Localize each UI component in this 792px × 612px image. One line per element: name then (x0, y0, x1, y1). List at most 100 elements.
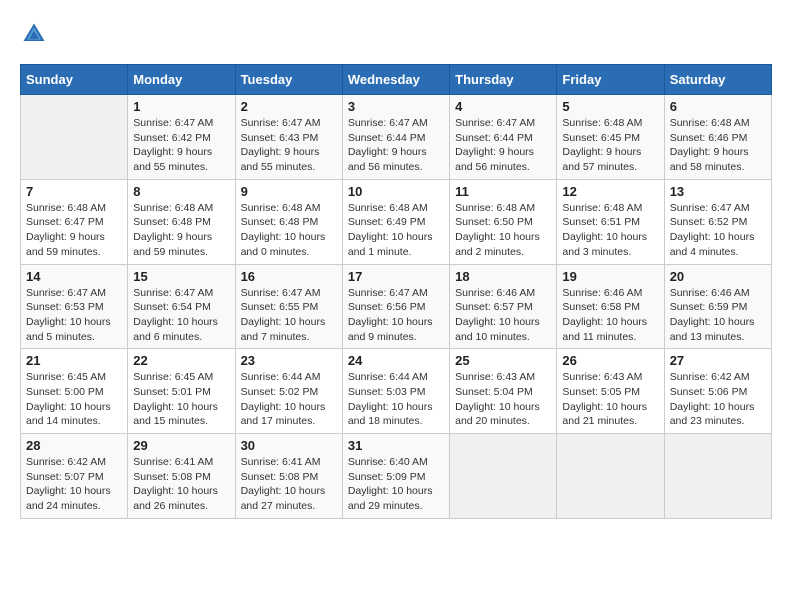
calendar-cell: 10 Sunrise: 6:48 AMSunset: 6:49 PMDayligh… (342, 179, 449, 264)
weekday-header-tuesday: Tuesday (235, 65, 342, 95)
weekday-header-friday: Friday (557, 65, 664, 95)
day-info: Sunrise: 6:42 AMSunset: 5:07 PMDaylight:… (26, 455, 122, 514)
day-info: Sunrise: 6:46 AMSunset: 6:58 PMDaylight:… (562, 286, 658, 345)
calendar-cell: 24 Sunrise: 6:44 AMSunset: 5:03 PMDayligh… (342, 349, 449, 434)
day-info: Sunrise: 6:48 AMSunset: 6:46 PMDaylight:… (670, 116, 766, 175)
day-info: Sunrise: 6:47 AMSunset: 6:56 PMDaylight:… (348, 286, 444, 345)
day-number: 23 (241, 353, 337, 368)
day-number: 26 (562, 353, 658, 368)
day-info: Sunrise: 6:47 AMSunset: 6:43 PMDaylight:… (241, 116, 337, 175)
day-number: 3 (348, 99, 444, 114)
day-info: Sunrise: 6:46 AMSunset: 6:57 PMDaylight:… (455, 286, 551, 345)
day-info: Sunrise: 6:46 AMSunset: 6:59 PMDaylight:… (670, 286, 766, 345)
calendar-cell: 8Sunrise: 6:48 AMSunset: 6:48 PMDaylight… (128, 179, 235, 264)
day-info: Sunrise: 6:45 AMSunset: 5:01 PMDaylight:… (133, 370, 229, 429)
calendar-cell: 22 Sunrise: 6:45 AMSunset: 5:01 PMDayligh… (128, 349, 235, 434)
calendar-cell: 30 Sunrise: 6:41 AMSunset: 5:08 PMDayligh… (235, 434, 342, 519)
calendar-cell: 27 Sunrise: 6:42 AMSunset: 5:06 PMDayligh… (664, 349, 771, 434)
calendar-cell: 6 Sunrise: 6:48 AMSunset: 6:46 PMDaylight… (664, 95, 771, 180)
day-number: 5 (562, 99, 658, 114)
day-info: Sunrise: 6:48 AMSunset: 6:50 PMDaylight:… (455, 201, 551, 260)
calendar-cell: 21Sunrise: 6:45 AMSunset: 5:00 PMDayligh… (21, 349, 128, 434)
calendar-cell: 14 Sunrise: 6:47 AMSunset: 6:53 PMDayligh… (21, 264, 128, 349)
weekday-header-saturday: Saturday (664, 65, 771, 95)
day-number: 14 (26, 269, 122, 284)
day-info: Sunrise: 6:48 AMSunset: 6:49 PMDaylight:… (348, 201, 444, 260)
calendar-cell (450, 434, 557, 519)
day-number: 27 (670, 353, 766, 368)
day-number: 31 (348, 438, 444, 453)
day-info: Sunrise: 6:47 AMSunset: 6:44 PMDaylight:… (455, 116, 551, 175)
day-number: 30 (241, 438, 337, 453)
day-number: 10 (348, 184, 444, 199)
day-number: 2 (241, 99, 337, 114)
day-number: 24 (348, 353, 444, 368)
day-number: 18 (455, 269, 551, 284)
day-info: Sunrise: 6:47 AMSunset: 6:42 PMDaylight:… (133, 116, 229, 175)
calendar-cell: 3 Sunrise: 6:47 AMSunset: 6:44 PMDaylight… (342, 95, 449, 180)
day-info: Sunrise: 6:42 AMSunset: 5:06 PMDaylight:… (670, 370, 766, 429)
calendar-cell (21, 95, 128, 180)
day-info: Sunrise: 6:41 AMSunset: 5:08 PMDaylight:… (133, 455, 229, 514)
weekday-header-sunday: Sunday (21, 65, 128, 95)
day-info: Sunrise: 6:47 AMSunset: 6:53 PMDaylight:… (26, 286, 122, 345)
calendar-cell: 15 Sunrise: 6:47 AMSunset: 6:54 PMDayligh… (128, 264, 235, 349)
day-number: 9 (241, 184, 337, 199)
calendar-cell: 26 Sunrise: 6:43 AMSunset: 5:05 PMDayligh… (557, 349, 664, 434)
calendar-cell: 1Sunrise: 6:47 AMSunset: 6:42 PMDaylight… (128, 95, 235, 180)
day-number: 22 (133, 353, 229, 368)
day-number: 15 (133, 269, 229, 284)
day-number: 20 (670, 269, 766, 284)
calendar-cell: 4Sunrise: 6:47 AMSunset: 6:44 PMDaylight… (450, 95, 557, 180)
day-info: Sunrise: 6:48 AMSunset: 6:45 PMDaylight:… (562, 116, 658, 175)
day-info: Sunrise: 6:44 AMSunset: 5:02 PMDaylight:… (241, 370, 337, 429)
day-info: Sunrise: 6:40 AMSunset: 5:09 PMDaylight:… (348, 455, 444, 514)
calendar-cell: 28 Sunrise: 6:42 AMSunset: 5:07 PMDayligh… (21, 434, 128, 519)
calendar-cell: 23 Sunrise: 6:44 AMSunset: 5:02 PMDayligh… (235, 349, 342, 434)
day-info: Sunrise: 6:47 AMSunset: 6:55 PMDaylight:… (241, 286, 337, 345)
day-info: Sunrise: 6:47 AMSunset: 6:52 PMDaylight:… (670, 201, 766, 260)
calendar-cell (664, 434, 771, 519)
page-header (20, 20, 772, 48)
day-number: 12 (562, 184, 658, 199)
calendar-cell: 9 Sunrise: 6:48 AMSunset: 6:48 PMDaylight… (235, 179, 342, 264)
day-info: Sunrise: 6:44 AMSunset: 5:03 PMDaylight:… (348, 370, 444, 429)
day-number: 17 (348, 269, 444, 284)
day-number: 19 (562, 269, 658, 284)
calendar-cell: 25 Sunrise: 6:43 AMSunset: 5:04 PMDayligh… (450, 349, 557, 434)
calendar-cell: 17 Sunrise: 6:47 AMSunset: 6:56 PMDayligh… (342, 264, 449, 349)
calendar-cell: 20 Sunrise: 6:46 AMSunset: 6:59 PMDayligh… (664, 264, 771, 349)
day-number: 21 (26, 353, 122, 368)
day-info: Sunrise: 6:48 AMSunset: 6:47 PMDaylight:… (26, 201, 122, 260)
calendar-cell: 12Sunrise: 6:48 AMSunset: 6:51 PMDayligh… (557, 179, 664, 264)
day-number: 25 (455, 353, 551, 368)
day-number: 13 (670, 184, 766, 199)
calendar-cell: 31 Sunrise: 6:40 AMSunset: 5:09 PMDayligh… (342, 434, 449, 519)
calendar-table: SundayMondayTuesdayWednesdayThursdayFrid… (20, 64, 772, 519)
calendar-cell: 18 Sunrise: 6:46 AMSunset: 6:57 PMDayligh… (450, 264, 557, 349)
logo-icon (20, 20, 48, 48)
weekday-header-thursday: Thursday (450, 65, 557, 95)
day-number: 6 (670, 99, 766, 114)
day-info: Sunrise: 6:41 AMSunset: 5:08 PMDaylight:… (241, 455, 337, 514)
day-info: Sunrise: 6:47 AMSunset: 6:44 PMDaylight:… (348, 116, 444, 175)
day-number: 7 (26, 184, 122, 199)
calendar-cell: 2 Sunrise: 6:47 AMSunset: 6:43 PMDaylight… (235, 95, 342, 180)
logo (20, 20, 52, 48)
day-info: Sunrise: 6:47 AMSunset: 6:54 PMDaylight:… (133, 286, 229, 345)
calendar-cell (557, 434, 664, 519)
day-info: Sunrise: 6:43 AMSunset: 5:04 PMDaylight:… (455, 370, 551, 429)
day-number: 29 (133, 438, 229, 453)
day-number: 16 (241, 269, 337, 284)
calendar-cell: 29 Sunrise: 6:41 AMSunset: 5:08 PMDayligh… (128, 434, 235, 519)
calendar-cell: 13 Sunrise: 6:47 AMSunset: 6:52 PMDayligh… (664, 179, 771, 264)
calendar-cell: 7 Sunrise: 6:48 AMSunset: 6:47 PMDaylight… (21, 179, 128, 264)
day-info: Sunrise: 6:48 AMSunset: 6:48 PMDaylight:… (241, 201, 337, 260)
calendar-cell: 11 Sunrise: 6:48 AMSunset: 6:50 PMDayligh… (450, 179, 557, 264)
weekday-header-monday: Monday (128, 65, 235, 95)
day-number: 11 (455, 184, 551, 199)
day-info: Sunrise: 6:43 AMSunset: 5:05 PMDaylight:… (562, 370, 658, 429)
day-number: 28 (26, 438, 122, 453)
calendar-cell: 16 Sunrise: 6:47 AMSunset: 6:55 PMDayligh… (235, 264, 342, 349)
day-info: Sunrise: 6:48 AMSunset: 6:48 PMDaylight:… (133, 201, 229, 260)
